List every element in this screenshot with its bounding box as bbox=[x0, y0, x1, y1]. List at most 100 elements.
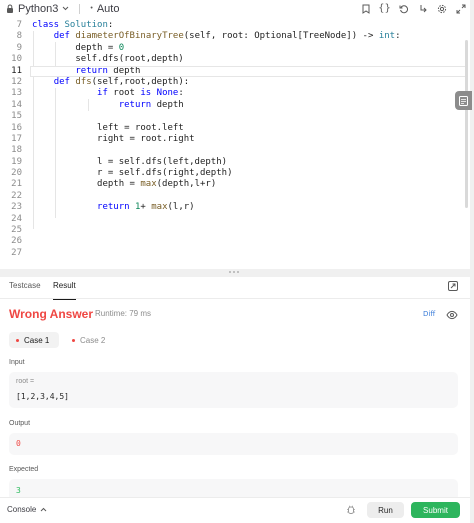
line-number: 20 bbox=[11, 168, 22, 179]
code-text: depth = 0 bbox=[32, 42, 125, 53]
code-line: 8 def diameterOfBinaryTree(self, root: O… bbox=[0, 31, 470, 42]
code-text: right = root.right bbox=[32, 133, 195, 144]
line-number: 7 bbox=[16, 20, 22, 30]
code-line: 11 return depth bbox=[0, 65, 470, 78]
code-line: 9 depth = 0 bbox=[0, 43, 470, 54]
console-toggle[interactable]: Console bbox=[7, 505, 47, 514]
code-text: class Solution: bbox=[32, 20, 114, 30]
panel-resize-handle[interactable] bbox=[0, 269, 474, 277]
code-line: 13 if root is None: bbox=[0, 88, 470, 99]
tab-result[interactable]: Result bbox=[53, 281, 76, 300]
auto-mode-label: Auto bbox=[96, 2, 120, 15]
input-box: root = [1,2,3,4,5] bbox=[9, 372, 458, 408]
auto-mode-toggle[interactable]: • Auto bbox=[90, 0, 119, 17]
code-line: 18 bbox=[0, 145, 470, 156]
console-label: Console bbox=[7, 505, 37, 514]
line-number: 16 bbox=[11, 122, 22, 133]
line-number: 14 bbox=[11, 99, 22, 110]
code-line: 24 bbox=[0, 214, 470, 225]
line-number: 26 bbox=[11, 236, 22, 247]
language-label: Python3 bbox=[18, 2, 59, 15]
code-line: 16 left = root.left bbox=[0, 123, 470, 134]
verdict-title: Wrong Answer bbox=[9, 307, 94, 321]
line-number: 17 bbox=[11, 133, 22, 144]
submit-button[interactable]: Submit bbox=[411, 502, 460, 518]
code-text: r = self.dfs(right,depth) bbox=[32, 168, 233, 179]
line-number: 12 bbox=[11, 76, 22, 87]
line-number: 9 bbox=[16, 42, 22, 53]
output-value: 0 bbox=[16, 439, 21, 448]
chevron-down-icon bbox=[62, 6, 69, 11]
case-2-label: Case 2 bbox=[80, 335, 106, 345]
line-number: 22 bbox=[11, 190, 22, 201]
case-1-label: Case 1 bbox=[24, 335, 50, 345]
notes-side-tab[interactable] bbox=[455, 91, 472, 110]
settings-gear-icon[interactable] bbox=[432, 0, 451, 17]
fail-dot-icon bbox=[16, 338, 19, 342]
code-line: 12 def dfs(self,root,depth): bbox=[0, 77, 470, 88]
shortcuts-icon[interactable] bbox=[413, 0, 432, 17]
eye-icon[interactable] bbox=[446, 309, 458, 320]
code-line: 23 return 1+ max(l,r) bbox=[0, 202, 470, 213]
code-line: 27 bbox=[0, 248, 470, 259]
code-line: 10 self.dfs(root,depth) bbox=[0, 54, 470, 65]
code-line: 26 bbox=[0, 236, 470, 247]
line-number: 18 bbox=[11, 145, 22, 156]
input-param-name: root = bbox=[16, 378, 35, 385]
bottom-action-bar: Console Run Submit bbox=[0, 497, 470, 523]
lock-icon bbox=[6, 4, 14, 13]
code-line: 17 right = root.right bbox=[0, 134, 470, 145]
code-text: if root is None: bbox=[97, 88, 184, 99]
diff-toggle[interactable]: Diff bbox=[423, 310, 435, 318]
line-number: 23 bbox=[11, 202, 22, 213]
expected-value: 3 bbox=[16, 486, 21, 495]
code-line: 20 r = self.dfs(right,depth) bbox=[0, 168, 470, 179]
line-number: 8 bbox=[16, 31, 22, 42]
line-number: 11 bbox=[11, 65, 22, 76]
reset-icon[interactable] bbox=[394, 0, 413, 17]
line-number: 15 bbox=[11, 111, 22, 122]
language-selector[interactable]: Python3 bbox=[6, 0, 69, 17]
line-number: 10 bbox=[11, 54, 22, 65]
code-area[interactable]: 7 class Solution: 8 def diameterOfBinaryTr… bbox=[0, 17, 470, 259]
expand-editor-icon[interactable] bbox=[451, 0, 470, 17]
format-code-icon[interactable]: {} bbox=[375, 0, 394, 17]
code-line: 14 return depth bbox=[0, 100, 470, 111]
chevron-up-icon bbox=[40, 505, 47, 514]
mode-dot-icon: • bbox=[90, 5, 93, 12]
case-2-tab[interactable]: Case 2 bbox=[65, 332, 115, 348]
vertical-scrollbar[interactable] bbox=[465, 40, 468, 208]
code-text: return depth bbox=[75, 65, 141, 76]
input-value: [1,2,3,4,5] bbox=[16, 392, 69, 401]
debug-icon[interactable] bbox=[346, 504, 356, 515]
note-icon bbox=[459, 95, 468, 106]
code-line: 21 depth = max(depth,l+r) bbox=[0, 179, 470, 190]
toolbar-divider bbox=[79, 3, 81, 14]
code-text: depth = max(depth,l+r) bbox=[32, 179, 217, 190]
input-label: Input bbox=[9, 359, 25, 366]
code-text: return depth bbox=[118, 99, 184, 110]
code-text: return 1+ max(l,r) bbox=[97, 202, 195, 213]
code-line: 15 bbox=[0, 111, 470, 122]
bookmark-icon[interactable] bbox=[356, 0, 375, 17]
expand-panel-icon[interactable] bbox=[447, 280, 459, 292]
code-line: 25 bbox=[0, 225, 470, 236]
case-1-tab[interactable]: Case 1 bbox=[9, 332, 59, 348]
editor-toolbar: Python3 • Auto {} bbox=[0, 0, 470, 17]
runtime-text: Runtime: 79 ms bbox=[95, 309, 152, 318]
line-number: 19 bbox=[11, 156, 22, 167]
line-number: 13 bbox=[11, 88, 22, 99]
code-editor-panel: Python3 • Auto {} 7 class Solution: 8 de… bbox=[0, 0, 470, 269]
expected-label: Expected bbox=[9, 466, 39, 473]
editor-actions: {} bbox=[356, 0, 470, 17]
code-line: 19 l = self.dfs(left,depth) bbox=[0, 157, 470, 168]
line-number: 25 bbox=[11, 225, 22, 236]
code-text: left = root.left bbox=[32, 122, 184, 133]
code-line: 7 class Solution: bbox=[0, 20, 470, 31]
code-line: 22 bbox=[0, 191, 470, 202]
run-button[interactable]: Run bbox=[367, 502, 404, 518]
line-number: 24 bbox=[11, 213, 22, 224]
code-text: def diameterOfBinaryTree(self, root: Opt… bbox=[53, 31, 401, 42]
resize-grip-icon bbox=[229, 271, 239, 274]
tab-testcase[interactable]: Testcase bbox=[9, 281, 41, 294]
